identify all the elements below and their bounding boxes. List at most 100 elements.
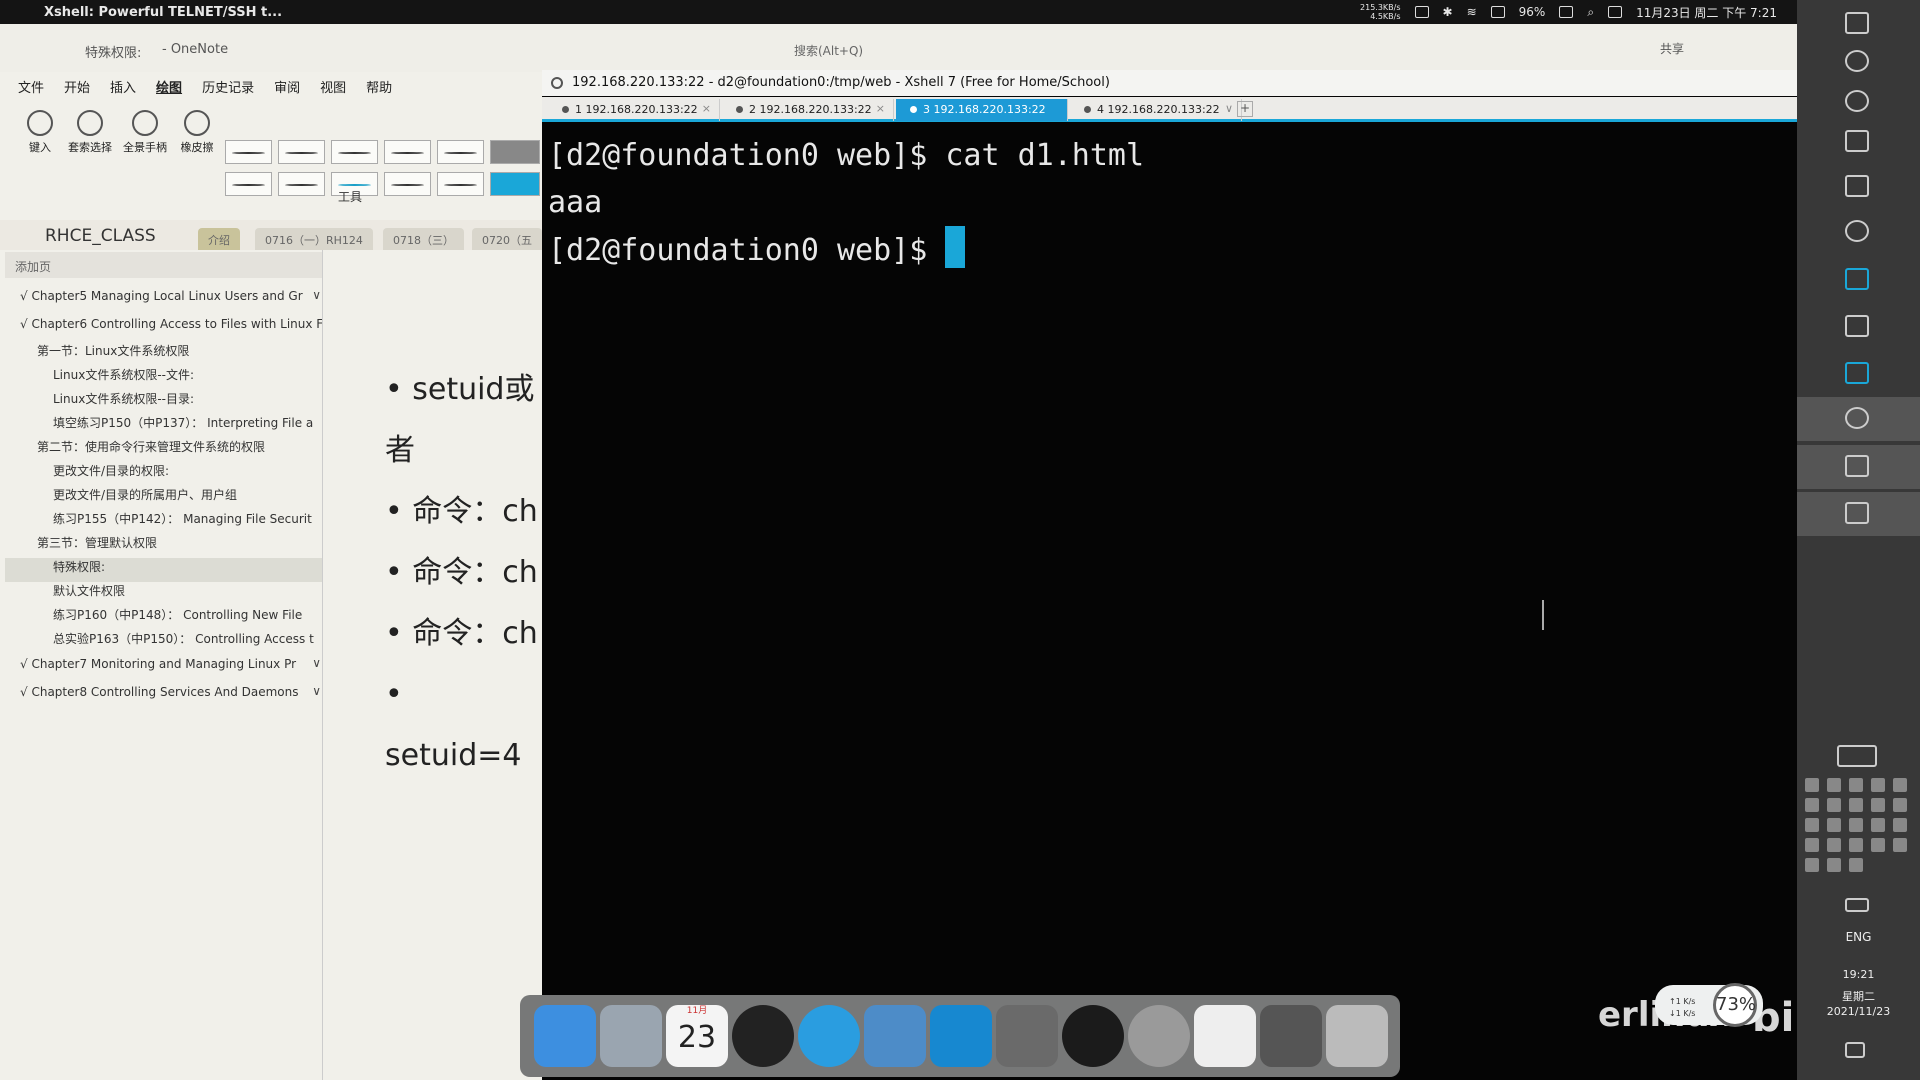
tray-icon[interactable] (1871, 838, 1885, 852)
windows-start-icon[interactable] (1845, 12, 1869, 34)
page-item[interactable]: 更改文件/目录的所属用户、用户组 (5, 486, 323, 510)
tray-icon[interactable] (1805, 798, 1819, 812)
editor-icon[interactable] (1194, 1005, 1256, 1067)
tray-icon[interactable] (1871, 818, 1885, 832)
terminal[interactable]: [d2@foundation0 web]$ cat d1.html aaa [d2@… (548, 132, 1144, 274)
tray-icon[interactable] (1827, 818, 1841, 832)
wifi-icon[interactable]: ≋ (1467, 5, 1477, 19)
pen-6[interactable] (225, 172, 272, 196)
tab-history[interactable]: 历史记录 (192, 77, 264, 96)
pen-7[interactable] (278, 172, 325, 196)
input-language[interactable]: ENG (1797, 930, 1920, 944)
chevron-down-icon[interactable]: ∨ (1225, 102, 1233, 115)
tray-icon[interactable] (1849, 798, 1863, 812)
notebook-name[interactable]: RHCE_CLASS (45, 226, 156, 246)
airplay-icon[interactable] (1490, 6, 1505, 18)
remote-desktop-taskbar-icon[interactable] (1845, 362, 1869, 384)
obs-icon[interactable] (1062, 1005, 1124, 1067)
app-icon[interactable] (1845, 175, 1869, 197)
tray-icon[interactable] (1827, 778, 1841, 792)
keyboard-icon[interactable] (1845, 898, 1869, 912)
spotlight-icon[interactable]: ⌕ (1587, 5, 1594, 20)
page-item-selected[interactable]: 特殊权限: (5, 558, 323, 582)
tray-icon[interactable] (1827, 858, 1841, 872)
search-box[interactable]: 搜索(Alt+Q) (760, 36, 1210, 62)
tray-icon[interactable] (1893, 798, 1907, 812)
close-icon[interactable]: × (876, 102, 885, 115)
close-icon[interactable]: × (702, 102, 711, 115)
page-item[interactable]: 第三节：管理默认权限 (5, 534, 323, 558)
control-center-icon[interactable] (1608, 6, 1623, 18)
page-item[interactable]: 更改文件/目录的权限: (5, 462, 323, 486)
tray-icon[interactable] (1893, 818, 1907, 832)
tray-icon[interactable] (1849, 858, 1863, 872)
tray-icon[interactable] (1827, 838, 1841, 852)
tab-view[interactable]: 视图 (310, 77, 356, 96)
remote-desktop-icon[interactable] (864, 1005, 926, 1067)
taskbar-active-item[interactable] (1797, 492, 1920, 536)
tray-icon[interactable] (1893, 838, 1907, 852)
battery-icon[interactable] (1837, 745, 1877, 767)
task-view-icon[interactable] (1845, 130, 1869, 152)
tray-icon[interactable] (1871, 778, 1885, 792)
tray-icon[interactable] (1871, 798, 1885, 812)
section-tab[interactable]: 0720（五 (472, 228, 542, 250)
tray-icon[interactable] (1849, 778, 1863, 792)
onenote-taskbar-icon[interactable] (1845, 315, 1869, 337)
monitor-app-icon[interactable] (1260, 1005, 1322, 1067)
lasso-tool[interactable]: 套索选择 (65, 110, 115, 155)
tray-icon[interactable] (1805, 778, 1819, 792)
tab-home[interactable]: 开始 (54, 77, 100, 96)
new-tab-button[interactable]: + (1237, 101, 1253, 117)
section-tab[interactable]: 介绍 (198, 228, 240, 250)
pen-9[interactable] (384, 172, 431, 196)
session-tab[interactable]: 1 192.168.220.133:22 × (548, 99, 720, 121)
session-tab[interactable]: 2 192.168.220.133:22 × (722, 99, 894, 121)
clock-icon[interactable] (732, 1005, 794, 1067)
tray-icon[interactable] (1805, 858, 1819, 872)
tab-file[interactable]: 文件 (0, 77, 54, 96)
battery-icon[interactable] (1559, 6, 1574, 18)
page-item[interactable]: Linux文件系统权限--目录: (5, 390, 323, 414)
calendar-icon[interactable]: 11月 23 (666, 1005, 728, 1067)
session-tab[interactable]: 4 192.168.220.133:22 ∨ (1070, 99, 1242, 121)
notification-icon[interactable] (1845, 1042, 1865, 1058)
pen-5[interactable] (437, 140, 484, 164)
search-icon[interactable] (1845, 50, 1869, 72)
chevron-down-icon[interactable]: ∨ (312, 684, 321, 698)
add-page-button[interactable]: 添加页 (5, 252, 323, 278)
star-app-icon[interactable] (930, 1005, 992, 1067)
page-item[interactable]: 练习P160（中P148）： Controlling New File (5, 606, 323, 630)
page-item[interactable]: 第一节：Linux文件系统权限 (5, 342, 323, 366)
display-icon[interactable] (1414, 6, 1429, 18)
tray-icon[interactable] (1849, 838, 1863, 852)
trash-icon[interactable] (1326, 1005, 1388, 1067)
pen-3[interactable] (331, 140, 378, 164)
app-icon[interactable] (1845, 220, 1869, 242)
eraser-tool[interactable]: 橡皮擦 (172, 110, 222, 155)
active-app-title[interactable]: Xshell: Powerful TELNET/SSH t... (44, 5, 282, 20)
cortana-icon[interactable] (1845, 90, 1869, 112)
chevron-down-icon[interactable]: ∨ (312, 288, 321, 302)
launchpad-icon[interactable] (600, 1005, 662, 1067)
page-item[interactable]: √ Chapter6 Controlling Access to Files w… (5, 314, 323, 342)
section-tab[interactable]: 0716（一）RH124 (255, 228, 373, 250)
pan-tool[interactable]: 全景手柄 (120, 110, 170, 155)
page-item[interactable]: 默认文件权限 (5, 582, 323, 606)
section-tab[interactable]: 0718（三） (383, 228, 464, 250)
page-item[interactable]: Linux文件系统权限--文件: (5, 366, 323, 390)
share-button[interactable]: 共享 (1660, 40, 1684, 57)
pen-10[interactable] (437, 172, 484, 196)
page-item[interactable]: 填空练习P150（中P137）： Interpreting File a (5, 414, 323, 438)
page-item[interactable]: 第二节：使用命令行来管理文件系统的权限 (5, 438, 323, 462)
page-item[interactable]: √ Chapter5 Managing Local Linux Users an… (5, 286, 323, 314)
finder-icon[interactable] (534, 1005, 596, 1067)
pen-2[interactable] (278, 140, 325, 164)
chevron-down-icon[interactable]: ∨ (312, 656, 321, 670)
tray-icon[interactable] (1827, 798, 1841, 812)
highlighter-2[interactable] (490, 172, 540, 196)
type-tool[interactable]: 键入 (15, 110, 65, 155)
network-monitor-widget[interactable]: ↑1 K/s ↓1 K/s 73% (1655, 983, 1763, 1027)
session-tab-active[interactable]: 3 192.168.220.133:22 (896, 99, 1068, 121)
taskbar-active-item[interactable] (1797, 397, 1920, 441)
